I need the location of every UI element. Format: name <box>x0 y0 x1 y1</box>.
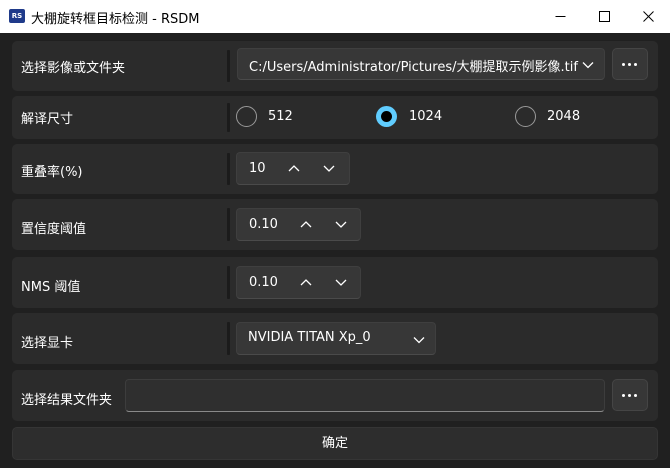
confirm-button[interactable]: 确定 <box>12 427 658 460</box>
confidence-label: 置信度阈值 <box>21 222 87 237</box>
title-bar: RS 大棚旋转框目标检测 - RSDM <box>0 0 670 33</box>
radio-1024[interactable] <box>376 106 397 127</box>
minimize-icon <box>555 16 566 17</box>
nms-label: NMS 阈值 <box>21 280 81 295</box>
row-divider <box>227 103 230 132</box>
overlap-row: 重叠率(%) 10 <box>12 144 658 194</box>
radio-512[interactable] <box>236 106 257 127</box>
gpu-combobox[interactable]: NVIDIA TITAN Xp_0 <box>236 322 436 355</box>
gpu-row: 选择显卡 NVIDIA TITAN Xp_0 <box>12 313 658 364</box>
row-divider <box>227 322 230 355</box>
confidence-row: 置信度阈值 0.10 <box>12 199 658 250</box>
minimize-button[interactable] <box>538 0 582 33</box>
decrement-button[interactable] <box>335 278 347 287</box>
confidence-spinbox[interactable]: 0.10 <box>236 208 361 241</box>
more-dots-icon <box>628 394 631 397</box>
increment-button[interactable] <box>300 220 312 229</box>
more-dots-icon <box>622 63 625 66</box>
row-divider <box>227 153 230 185</box>
more-dots-icon <box>622 394 625 397</box>
more-dots-icon <box>634 63 637 66</box>
image-source-row: 选择影像或文件夹 C:/Users/Administrator/Pictures… <box>12 41 658 91</box>
confidence-value: 0.10 <box>249 217 278 232</box>
image-path-value: C:/Users/Administrator/Pictures/大棚提取示例影像… <box>249 60 578 75</box>
nms-spinbox[interactable]: 0.10 <box>236 266 361 299</box>
more-dots-icon <box>628 63 631 66</box>
resolution-row: 解译尺寸 512 1024 2048 <box>12 96 658 139</box>
output-folder-row: 选择结果文件夹 <box>12 370 658 421</box>
browse-image-button[interactable] <box>612 48 648 80</box>
output-folder-label: 选择结果文件夹 <box>21 393 113 408</box>
close-button[interactable] <box>626 0 670 33</box>
image-source-label: 选择影像或文件夹 <box>21 61 126 76</box>
chevron-down-icon <box>582 62 594 69</box>
radio-1024-label[interactable]: 1024 <box>409 109 442 124</box>
window-title: 大棚旋转框目标检测 - RSDM <box>31 12 200 27</box>
chevron-down-icon <box>413 337 425 344</box>
resolution-label: 解译尺寸 <box>21 112 74 127</box>
more-dots-icon <box>634 394 637 397</box>
overlap-label: 重叠率(%) <box>21 165 83 180</box>
maximize-button[interactable] <box>582 0 626 33</box>
close-icon <box>643 11 654 22</box>
output-folder-input[interactable] <box>125 379 605 412</box>
increment-button[interactable] <box>288 164 300 173</box>
maximize-icon <box>599 11 610 22</box>
image-path-combobox[interactable]: C:/Users/Administrator/Pictures/大棚提取示例影像… <box>237 48 605 80</box>
nms-value: 0.10 <box>249 275 278 290</box>
decrement-button[interactable] <box>335 220 347 229</box>
radio-512-label[interactable]: 512 <box>268 109 293 124</box>
decrement-button[interactable] <box>323 164 335 173</box>
browse-output-button[interactable] <box>612 379 648 411</box>
gpu-value: NVIDIA TITAN Xp_0 <box>248 330 371 345</box>
nms-row: NMS 阈值 0.10 <box>12 257 658 308</box>
row-divider <box>227 208 230 241</box>
row-divider <box>227 266 230 299</box>
app-logo-icon: RS <box>9 9 25 23</box>
radio-2048-label[interactable]: 2048 <box>547 109 580 124</box>
overlap-spinbox[interactable]: 10 <box>236 152 350 185</box>
radio-2048[interactable] <box>515 106 536 127</box>
increment-button[interactable] <box>300 278 312 287</box>
row-divider <box>227 50 230 82</box>
gpu-label: 选择显卡 <box>21 336 74 351</box>
overlap-value: 10 <box>249 161 266 176</box>
